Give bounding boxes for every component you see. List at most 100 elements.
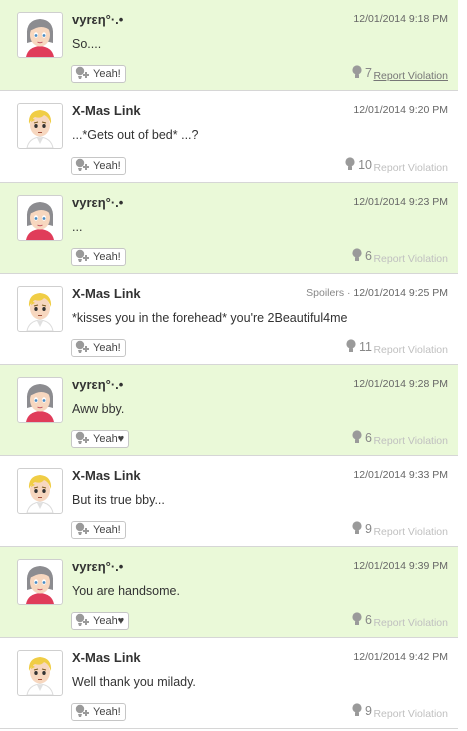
username[interactable]: X-Mas Link	[72, 286, 141, 301]
yeah-count-icon	[351, 521, 365, 537]
yeah-icon	[74, 522, 93, 539]
post: X-Mas Link 12/01/2014 9:33 PM But its true…	[0, 456, 458, 547]
username[interactable]: X-Mas Link	[72, 103, 141, 118]
yeah-count: 6	[351, 430, 372, 446]
report-violation-link[interactable]: Report Violation	[373, 435, 448, 447]
yeah-count-value: 6	[365, 431, 372, 445]
yeah-count: 6	[351, 612, 372, 628]
yeah-icon	[74, 431, 93, 448]
timestamp: 12/01/2014 9:18 PM	[353, 13, 448, 25]
yeah-icon	[74, 158, 93, 175]
spoiler-label: Spoilers ·	[306, 287, 354, 299]
yeah-label: Yeah!	[93, 706, 121, 718]
avatar[interactable]	[17, 650, 63, 696]
username[interactable]: X-Mas Link	[72, 650, 141, 665]
yeah-count-icon	[351, 430, 365, 446]
post-text: So....	[72, 37, 102, 51]
avatar[interactable]	[17, 377, 63, 423]
post-meta: 12/01/2014 9:42 PM	[353, 651, 448, 663]
yeah-count: 7	[351, 65, 372, 81]
post: X-Mas Link 12/01/2014 9:20 PM ...*Gets out…	[0, 91, 458, 183]
post: vyrεη°·.• 12/01/2014 9:23 PM... Yeah! 6 Re…	[0, 183, 458, 274]
post-meta: Spoilers · 12/01/2014 9:25 PM	[306, 287, 448, 299]
username[interactable]: vyrεη°·.•	[72, 377, 123, 392]
yeah-count-value: 6	[365, 249, 372, 263]
yeah-count-icon	[351, 248, 365, 264]
yeah-count: 10	[344, 157, 372, 173]
username[interactable]: vyrεη°·.•	[72, 195, 123, 210]
yeah-icon	[74, 613, 93, 630]
post-text: Well thank you milady.	[72, 675, 196, 689]
report-violation-link[interactable]: Report Violation	[373, 708, 448, 720]
post: vyrεη°·.• 12/01/2014 9:39 PM You are hands…	[0, 547, 458, 638]
yeah-count-value: 10	[358, 158, 372, 172]
avatar[interactable]	[17, 559, 63, 605]
report-violation-link[interactable]: Report Violation	[373, 617, 448, 629]
yeah-icon	[74, 340, 93, 357]
yeah-label: Yeah!	[93, 251, 121, 263]
report-violation-link[interactable]: Report Violation	[373, 70, 448, 82]
report-violation-link[interactable]: Report Violation	[373, 162, 448, 174]
post-text: ...	[72, 220, 83, 234]
yeah-count-icon	[351, 65, 365, 81]
yeah-icon	[74, 704, 93, 721]
post: vyrεη°·.• 12/01/2014 9:18 PM So.... Yeah! …	[0, 0, 458, 91]
yeah-button[interactable]: Yeah♥	[71, 612, 130, 630]
timestamp: 12/01/2014 9:42 PM	[353, 651, 448, 663]
post: X-Mas Link Spoilers · 12/01/2014 9:25 PM *…	[0, 274, 458, 365]
yeah-button[interactable]: Yeah!	[71, 65, 126, 83]
post-meta: 12/01/2014 9:39 PM	[353, 560, 448, 572]
post-text: Aww bby.	[72, 402, 125, 416]
yeah-count-icon	[351, 612, 365, 628]
report-violation-link[interactable]: Report Violation	[373, 344, 448, 356]
avatar[interactable]	[17, 103, 63, 149]
yeah-label: Yeah♥	[93, 433, 125, 445]
yeah-count-value: 7	[365, 66, 372, 80]
post-text: *kisses you in the forehead* you're 2Bea…	[72, 311, 348, 325]
report-violation-link[interactable]: Report Violation	[373, 526, 448, 538]
yeah-button[interactable]: Yeah!	[71, 248, 126, 266]
post: X-Mas Link 12/01/2014 9:42 PM Well thank y…	[0, 638, 458, 729]
post-text: ...*Gets out of bed* ...?	[72, 128, 199, 142]
timestamp: 12/01/2014 9:33 PM	[353, 469, 448, 481]
timestamp: 12/01/2014 9:23 PM	[353, 196, 448, 208]
yeah-button[interactable]: Yeah♥	[71, 430, 130, 448]
yeah-count-icon	[351, 703, 365, 719]
yeah-icon	[74, 249, 93, 266]
post-meta: 12/01/2014 9:23 PM	[353, 196, 448, 208]
post-meta: 12/01/2014 9:20 PM	[353, 104, 448, 116]
yeah-button[interactable]: Yeah!	[71, 339, 126, 357]
yeah-label: Yeah!	[93, 524, 121, 536]
post-text: You are handsome.	[72, 584, 180, 598]
post-meta: 12/01/2014 9:33 PM	[353, 469, 448, 481]
post: vyrεη°·.• 12/01/2014 9:28 PM Aww bby. Yeah…	[0, 365, 458, 456]
post-meta: 12/01/2014 9:18 PM	[353, 13, 448, 25]
yeah-label: Yeah!	[93, 68, 121, 80]
yeah-button[interactable]: Yeah!	[71, 521, 126, 539]
username[interactable]: vyrεη°·.•	[72, 559, 123, 574]
yeah-button[interactable]: Yeah!	[71, 703, 126, 721]
yeah-button[interactable]: Yeah!	[71, 157, 126, 175]
avatar[interactable]	[17, 468, 63, 514]
timestamp: 12/01/2014 9:28 PM	[353, 378, 448, 390]
avatar[interactable]	[17, 195, 63, 241]
yeah-count: 9	[351, 521, 372, 537]
avatar[interactable]	[17, 286, 63, 332]
username[interactable]: vyrεη°·.•	[72, 12, 123, 27]
avatar[interactable]	[17, 12, 63, 58]
yeah-count-icon	[345, 339, 359, 355]
post-meta: 12/01/2014 9:28 PM	[353, 378, 448, 390]
yeah-count-value: 9	[365, 704, 372, 718]
yeah-icon	[74, 66, 93, 83]
yeah-count-value: 11	[359, 340, 372, 354]
report-violation-link[interactable]: Report Violation	[373, 253, 448, 265]
username[interactable]: X-Mas Link	[72, 468, 141, 483]
yeah-count: 11	[345, 339, 372, 355]
timestamp: 12/01/2014 9:25 PM	[353, 287, 448, 299]
yeah-label: Yeah!	[93, 160, 121, 172]
timestamp: 12/01/2014 9:20 PM	[353, 104, 448, 116]
yeah-label: Yeah♥	[93, 615, 125, 627]
timestamp: 12/01/2014 9:39 PM	[353, 560, 448, 572]
yeah-count-value: 9	[365, 522, 372, 536]
yeah-count: 6	[351, 248, 372, 264]
